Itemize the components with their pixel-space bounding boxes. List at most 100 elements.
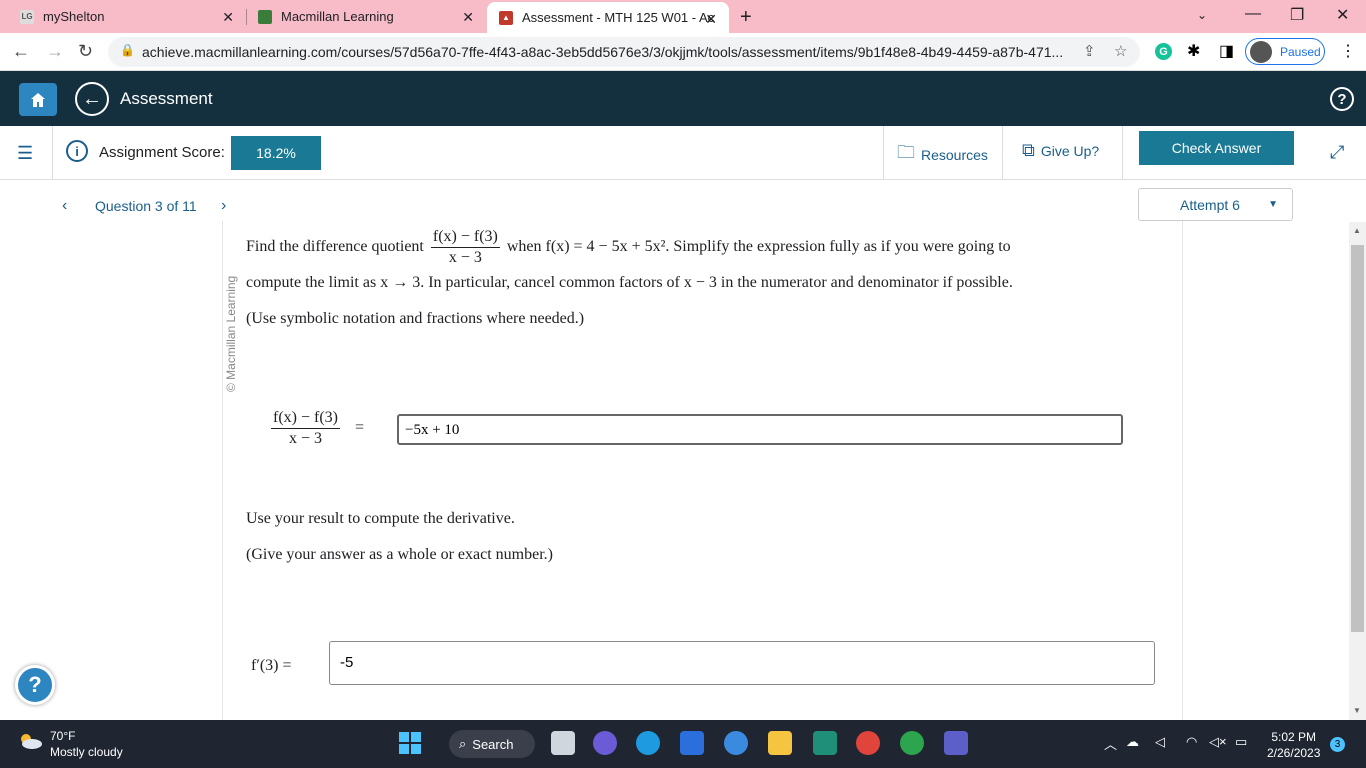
tab-search-chevron-icon[interactable]: ⌄ — [1197, 8, 1207, 22]
temperature: 70°F — [50, 729, 76, 743]
macmillan-favicon-icon — [258, 9, 272, 24]
difference-quotient-fraction: f(x) − f(3) x − 3 — [271, 409, 340, 448]
location-icon[interactable]: ◁ — [1155, 734, 1165, 750]
chrome-icon[interactable] — [856, 731, 880, 755]
system-clock[interactable]: 5:02 PM 2/26/2023 — [1267, 729, 1320, 761]
browser-menu-icon[interactable]: ⋮ — [1340, 41, 1356, 61]
scroll-down-icon[interactable]: ▼ — [1353, 706, 1361, 715]
get-help-icon[interactable] — [724, 731, 748, 755]
achieve-favicon-icon: ▲ — [499, 10, 513, 25]
check-answer-button[interactable]: Check Answer — [1139, 131, 1294, 165]
difference-quotient-answer-field[interactable]: −5x + 10 — [397, 414, 1123, 445]
share-icon[interactable]: ⇪ — [1083, 42, 1096, 60]
onedrive-cloud-icon[interactable]: ☁ — [1126, 734, 1139, 750]
profile-paused-button[interactable]: Paused — [1245, 38, 1325, 65]
tab-assessment[interactable]: ▲ Assessment - MTH 125 W01 - Ac ✕ — [487, 2, 729, 33]
scrollbar-thumb[interactable] — [1351, 245, 1364, 632]
give-up-button[interactable]: ⧉ Give Up? — [1022, 140, 1099, 161]
derivative-answer-field[interactable]: -5 — [329, 641, 1155, 685]
lock-icon: 🔒 — [120, 43, 135, 57]
microsoft-store-icon[interactable] — [680, 731, 704, 755]
fraction-denominator: x − 3 — [288, 430, 323, 447]
divider — [1002, 126, 1003, 180]
home-icon — [31, 92, 45, 107]
restore-icon[interactable]: ❐ — [1290, 5, 1304, 25]
page-title: Assessment — [120, 89, 213, 108]
volume-muted-icon[interactable]: ◁× — [1209, 734, 1227, 750]
app-header: ← Assessment ? — [0, 71, 1366, 126]
scroll-up-icon[interactable]: ▲ — [1353, 226, 1361, 235]
next-question-chevron-icon[interactable]: › — [221, 197, 226, 215]
file-explorer-icon[interactable] — [768, 731, 792, 755]
windows-start-icon[interactable] — [398, 731, 422, 755]
wifi-icon[interactable]: ◠ — [1186, 734, 1197, 750]
browser-toolbar: ← → ↻ 🔒 achieve.macmillanlearning.com/co… — [0, 33, 1366, 71]
chevron-up-icon[interactable]: ︿ — [1104, 734, 1117, 753]
question-line-2: compute the limit as x → 3. In particula… — [246, 274, 1013, 291]
question-counter[interactable]: Question 3 of 11 — [95, 198, 197, 214]
bookmark-star-icon[interactable]: ☆ — [1114, 42, 1127, 60]
assignment-toolbar: ☰ i Assignment Score: 18.2% 🗀 Resources … — [0, 126, 1366, 180]
forward-arrow-icon[interactable]: → — [46, 41, 64, 62]
resources-button[interactable]: 🗀 Resources — [897, 140, 988, 170]
edge-browser-icon[interactable] — [636, 731, 660, 755]
address-bar[interactable]: 🔒 achieve.macmillanlearning.com/courses/… — [108, 37, 1140, 67]
back-arrow-icon: ← — [82, 87, 102, 110]
weather-condition: Mostly cloudy — [50, 745, 123, 759]
back-arrow-icon[interactable]: ← — [12, 41, 30, 62]
profile-status: Paused — [1280, 44, 1321, 59]
close-icon[interactable]: ✕ — [222, 9, 234, 26]
attempt-label: Attempt 6 — [1180, 196, 1240, 213]
windows-taskbar: 70°F Mostly cloudy ⌕ Search ︿ ☁ ◁ ◠ ◁× ▭… — [0, 720, 1366, 768]
folder-icon: 🗀 — [897, 142, 915, 162]
give-up-label: Give Up? — [1040, 142, 1100, 159]
new-tab-icon[interactable]: + — [740, 6, 752, 29]
back-button[interactable]: ← — [75, 82, 109, 116]
attempt-dropdown[interactable]: Attempt 6 ▼ — [1138, 188, 1293, 221]
fullscreen-icon[interactable]: ⤢ — [1330, 142, 1344, 163]
info-icon[interactable]: i — [66, 140, 88, 162]
previous-question-chevron-icon[interactable]: ‹ — [62, 197, 67, 215]
fraction-numerator: f(x) − f(3) — [271, 409, 340, 429]
question-list-menu-icon[interactable]: ☰ — [17, 143, 33, 164]
minimize-icon[interactable]: — — [1245, 5, 1261, 23]
avatar — [1250, 40, 1272, 63]
reload-icon[interactable]: ↻ — [78, 41, 93, 62]
task-view-icon[interactable] — [551, 731, 575, 755]
clock-time: 5:02 PM — [1271, 730, 1317, 744]
battery-icon[interactable]: ▭ — [1235, 734, 1247, 750]
close-icon[interactable]: ✕ — [705, 11, 717, 28]
taskbar-search[interactable]: ⌕ Search — [449, 730, 535, 758]
left-gutter — [0, 220, 222, 720]
difference-quotient-fraction: f(x) − f(3) x − 3 — [430, 228, 500, 267]
window-close-icon[interactable]: ✕ — [1336, 5, 1349, 25]
teams-icon[interactable] — [944, 731, 968, 755]
floating-help-button[interactable]: ? — [15, 665, 55, 705]
chat-icon[interactable] — [593, 731, 617, 755]
tab-macmillan-learning[interactable]: Macmillan Learning ✕ — [238, 0, 486, 33]
close-icon[interactable]: ✕ — [462, 9, 474, 26]
extensions-puzzle-icon[interactable]: ✱ — [1187, 41, 1200, 61]
divider — [1122, 126, 1123, 180]
tab-label: Assessment - MTH 125 W01 - Ac — [522, 10, 715, 25]
give-up-icon: ⧉ — [1022, 140, 1035, 160]
divider — [883, 126, 884, 180]
myshelton-favicon-icon: LG — [20, 9, 34, 24]
derivative-label: f′(3) = — [251, 657, 292, 674]
calculator-app-icon[interactable] — [813, 731, 837, 755]
question-text: Use your result to compute the derivativ… — [246, 510, 515, 527]
help-icon[interactable]: ? — [1330, 87, 1354, 111]
chrome-profile-icon[interactable] — [900, 731, 924, 755]
tab-myshelton[interactable]: LG myShelton ✕ — [0, 0, 246, 33]
search-icon: ⌕ — [459, 736, 467, 751]
home-button[interactable] — [19, 83, 57, 116]
question-text: Find the difference quotient — [246, 238, 424, 256]
equals-sign: = — [355, 419, 365, 437]
side-panel-icon[interactable]: ◨ — [1219, 41, 1234, 61]
divider — [52, 126, 53, 180]
grammarly-extension-icon[interactable]: G — [1155, 43, 1172, 60]
fraction-numerator: f(x) − f(3) — [430, 228, 500, 248]
weather-widget[interactable]: 70°F Mostly cloudy — [50, 728, 123, 760]
notification-badge[interactable]: 3 — [1330, 737, 1345, 752]
resources-label: Resources — [921, 147, 988, 163]
